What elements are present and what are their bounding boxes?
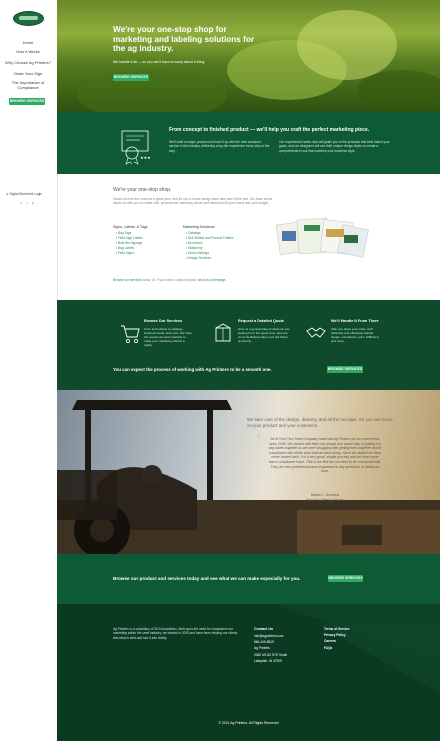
browse-services-link[interactable]: Browse our services: [113, 278, 142, 282]
service-title-handle: We'll Handle It From There: [331, 319, 379, 323]
testimonial-section: [57, 390, 440, 554]
service-text-quote: Give us a general idea of what you are l…: [238, 327, 290, 343]
footer-contact-heading: Contact Us: [254, 627, 273, 631]
concept-title: From concept to finished product — we'll…: [169, 127, 370, 133]
service-text-browse: From tech sheets to catalogs, business c…: [144, 327, 192, 347]
services-bottom-text: You can expect the process of working wi…: [113, 367, 272, 372]
shopping-cart-icon: [121, 325, 140, 343]
sidebar-browse-services-button[interactable]: BROWSE SERVICES: [9, 98, 45, 105]
list-item[interactable]: Field Signs: [116, 251, 176, 256]
storefront-login-link[interactable]: ➜ Digital Storefront Login: [6, 192, 42, 196]
nav-home[interactable]: Home: [3, 40, 53, 46]
product-collage-image: [275, 217, 369, 258]
cta-band-text: Browse our product and services today an…: [113, 576, 301, 581]
nav-order-sign[interactable]: Order Your Sign: [3, 71, 53, 77]
close-quote-icon: ”: [376, 478, 380, 489]
hero-browse-services-button[interactable]: BROWSE SERVICES: [113, 74, 149, 81]
ag-printers-logo[interactable]: [13, 11, 44, 26]
services-section: [57, 300, 440, 390]
sidebar: Home How it Works Why Choose Ag Printers…: [0, 0, 58, 741]
pinterest-icon[interactable]: p: [31, 201, 35, 205]
footer-about: Ag Printers is a subsidiary of SDI Innov…: [113, 627, 238, 640]
handshake-icon: [306, 327, 326, 338]
testimonial-quote: All of Your Your Seed Company have had A…: [268, 437, 382, 474]
tractor-image: [57, 400, 440, 554]
testimonial-author: Nelson L. Schneps: [310, 493, 340, 497]
svg-text:★★★: ★★★: [140, 155, 151, 160]
facebook-icon[interactable]: f: [19, 201, 23, 205]
testimonial-company: Your Your Seed Company: [305, 498, 345, 502]
services-browse-button[interactable]: BROWSE SERVICES: [327, 366, 363, 373]
open-quote-icon: “: [257, 434, 261, 445]
hero-subtitle: We handle it all — so you don't have to …: [113, 60, 206, 64]
nav-how-it-works[interactable]: How it Works: [3, 49, 53, 55]
service-title-quote: Request a Detailed Quote: [238, 319, 284, 323]
footer-copyright: © 2021 Ag Printers. All Rights Reserved: [218, 721, 279, 725]
nav-compliance[interactable]: The Importance of Compliance: [3, 80, 53, 90]
hero-title: We're your one-stop shop for marketing a…: [113, 25, 255, 53]
marketing-solutions-title: Marketing Solutions: [183, 225, 215, 229]
cta-band-browse-button[interactable]: BROWSE SERVICES: [328, 575, 363, 582]
twitter-icon[interactable]: t: [25, 201, 29, 205]
certificate-icon: ★★★: [121, 130, 151, 165]
testimonial-heading: We take care of the design, delivery, an…: [247, 417, 393, 428]
contact-address-line2: Lafayette, IN 47909: [254, 658, 282, 663]
quote-box-icon: [215, 323, 231, 342]
nav-why-choose[interactable]: Why Choose Ag Printers?: [3, 60, 53, 66]
hero-section: [57, 0, 440, 112]
about-title: We're your one-stop shop.: [113, 187, 172, 193]
concept-col2: Our experienced sales reps will guide yo…: [279, 140, 390, 153]
signs-labels-title: Signs, Labels, & Tags: [113, 225, 148, 229]
about-footer-line: Browse our services today. Or, if you ha…: [113, 278, 227, 282]
about-text: Stand out from the crowd at a great pric…: [113, 197, 273, 206]
footer-link-faqs[interactable]: FAQs: [324, 645, 384, 651]
send-message-link[interactable]: send us a message: [198, 278, 226, 282]
service-title-browse: Browse Our Services: [144, 319, 183, 323]
service-text-handle: After you place your order, we'll effici…: [331, 327, 380, 343]
concept-col1: We'll craft a unique product and back it…: [169, 140, 270, 153]
list-item[interactable]: Design Services: [186, 256, 266, 261]
